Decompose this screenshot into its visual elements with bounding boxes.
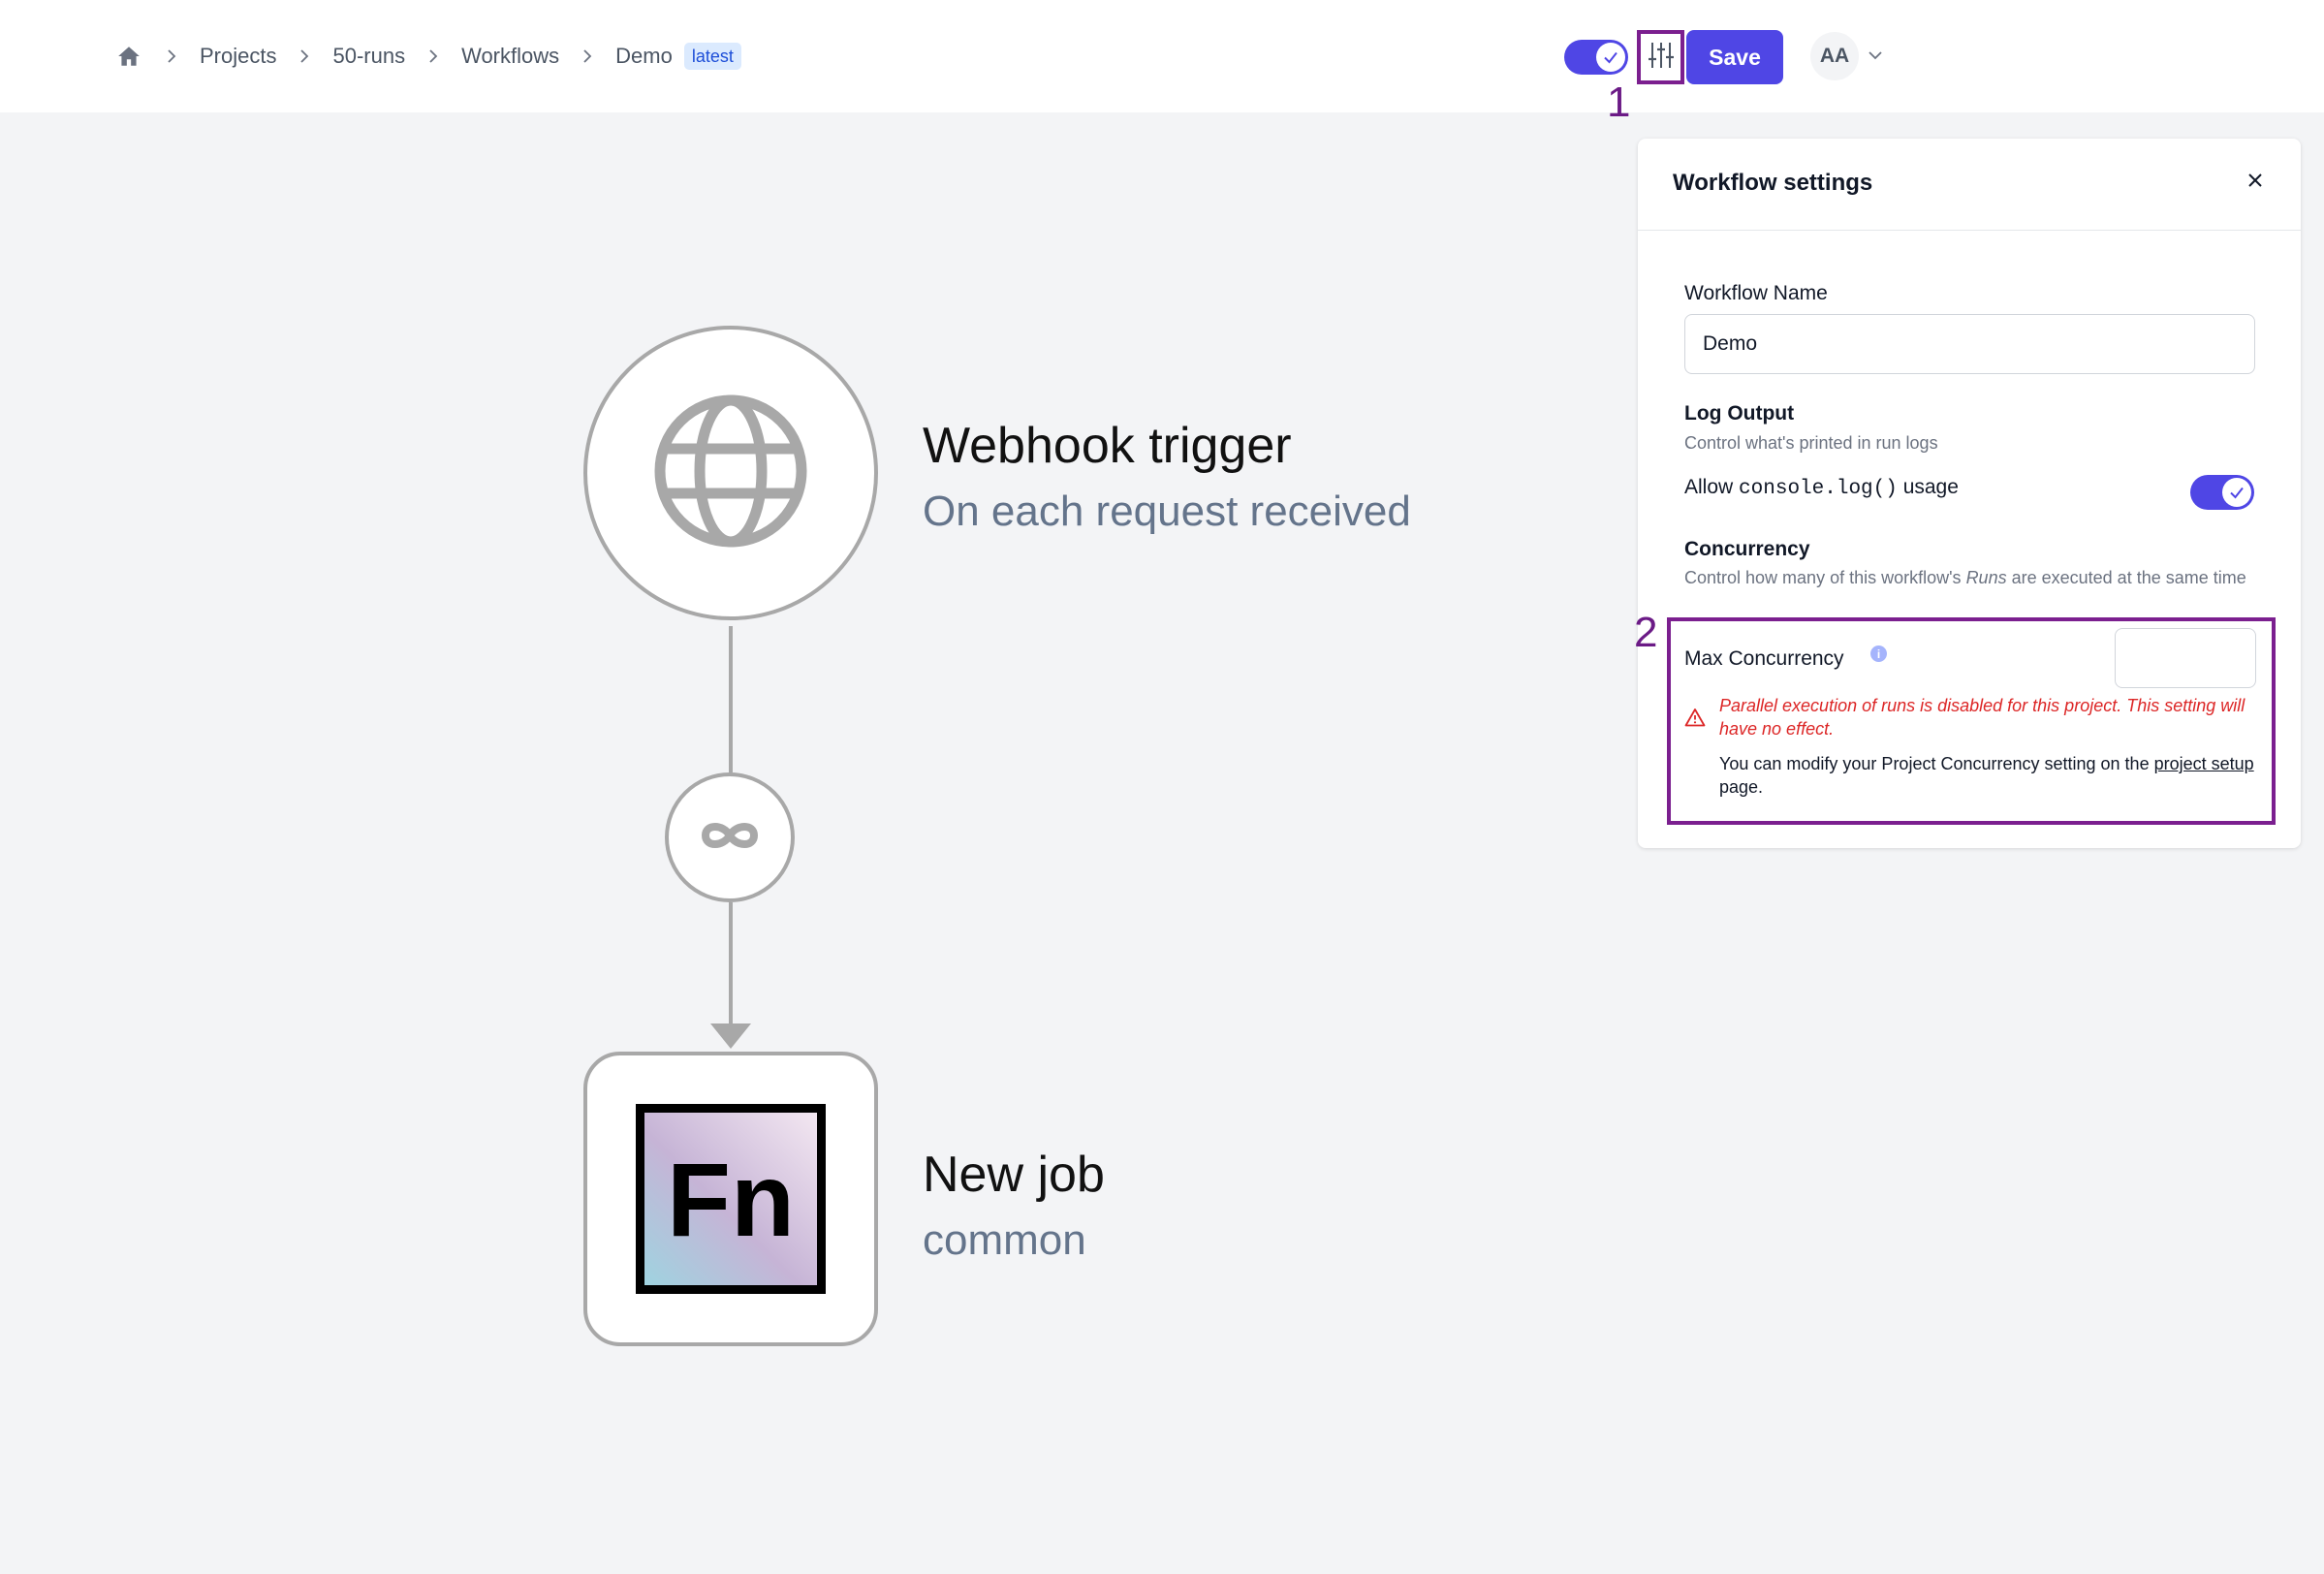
concurrency-note: You can modify your Project Concurrency … bbox=[1719, 754, 2254, 797]
concurrency-warning: Parallel execution of runs is disabled f… bbox=[1719, 696, 2245, 739]
warning-triangle-icon bbox=[1684, 708, 1706, 732]
workflow-name-label: Workflow Name bbox=[1684, 282, 1828, 304]
console-log-code: console.log() bbox=[1739, 478, 1898, 500]
concurrency-title: Concurrency bbox=[1684, 538, 1810, 560]
trigger-subtitle: On each request received bbox=[923, 488, 1411, 535]
job-node[interactable]: Fn bbox=[583, 1052, 878, 1346]
max-concurrency-label: Max Concurrency bbox=[1684, 647, 1844, 670]
workflow-settings-panel: Workflow settings Workflow Name Log Outp… bbox=[1638, 139, 2301, 848]
log-output-title: Log Output bbox=[1684, 402, 1795, 425]
check-icon bbox=[2222, 478, 2251, 507]
workflow-name-input[interactable] bbox=[1684, 314, 2255, 374]
trigger-node[interactable] bbox=[583, 326, 878, 620]
panel-title: Workflow settings bbox=[1673, 170, 1873, 196]
concurrency-help: Control how many of this workflow's Runs… bbox=[1684, 568, 2246, 587]
edge-condition-node[interactable] bbox=[665, 772, 795, 902]
job-adaptor-logo: Fn bbox=[636, 1104, 826, 1294]
trigger-title: Webhook trigger bbox=[923, 418, 1292, 474]
console-log-label: Allow console.log() usage bbox=[1684, 476, 1959, 500]
log-output-help: Control what's printed in run logs bbox=[1684, 433, 1938, 453]
max-concurrency-input[interactable] bbox=[2115, 628, 2256, 688]
console-log-toggle[interactable] bbox=[2190, 475, 2254, 510]
info-icon[interactable]: i bbox=[1870, 645, 1887, 662]
close-icon[interactable] bbox=[2241, 166, 2270, 195]
project-setup-link[interactable]: project setup bbox=[2154, 754, 2254, 773]
panel-header: Workflow settings bbox=[1638, 139, 2301, 231]
infinity-icon bbox=[698, 818, 762, 858]
job-title: New job bbox=[923, 1147, 1105, 1203]
globe-icon bbox=[652, 393, 809, 554]
job-subtitle: common bbox=[923, 1216, 1086, 1264]
annotation-marker-2: 2 bbox=[1634, 609, 1658, 656]
